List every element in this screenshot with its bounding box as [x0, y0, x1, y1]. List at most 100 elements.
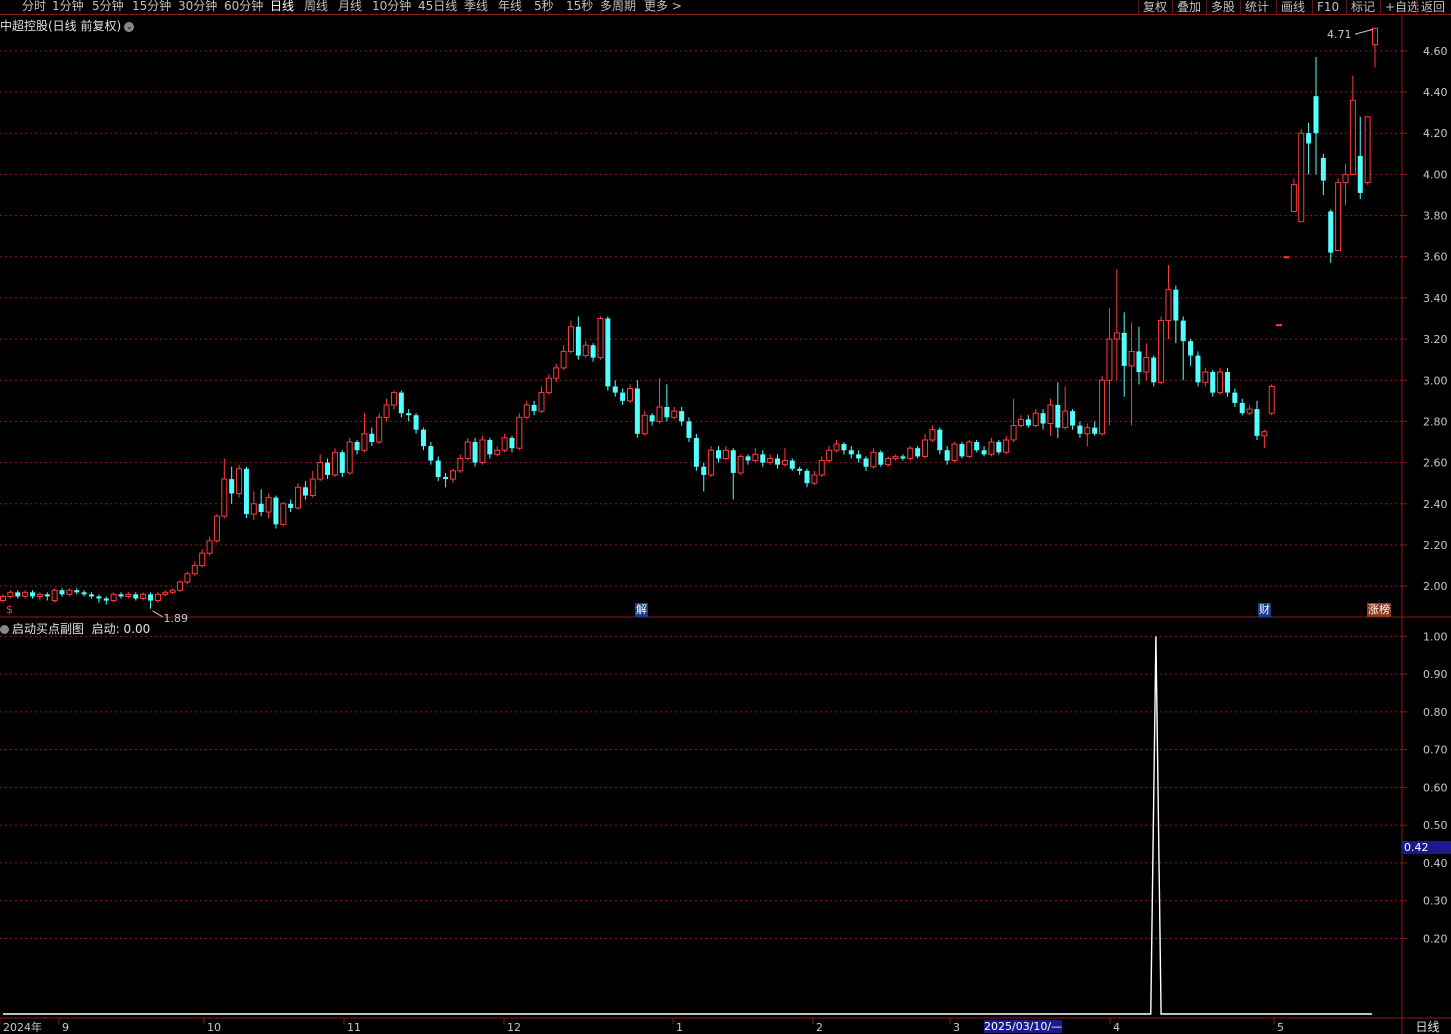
candle-body — [641, 414, 648, 435]
candle-body — [110, 593, 117, 602]
candle-body — [701, 466, 707, 475]
candle-body — [818, 460, 825, 476]
marker-jie[interactable]: 解 — [635, 603, 648, 617]
candle-body — [974, 442, 980, 451]
y-tick-label: 1.00 — [1423, 630, 1448, 643]
candle-body — [1349, 99, 1356, 175]
candle-body — [1195, 355, 1201, 383]
candle-body — [567, 326, 574, 352]
candle-body — [575, 326, 581, 356]
candle-body — [1158, 320, 1165, 383]
y-tick-label: 2.80 — [1423, 415, 1448, 428]
candle-body — [1306, 133, 1312, 144]
y-tick-label: 4.40 — [1423, 86, 1448, 99]
candle-body — [472, 442, 478, 463]
candle-body — [30, 592, 36, 597]
y-tick-label: 3.60 — [1423, 251, 1448, 264]
candle-body — [1254, 409, 1260, 436]
candle-body — [309, 478, 316, 497]
candle-body — [265, 497, 272, 513]
candle-body — [89, 594, 95, 597]
candle-body — [966, 441, 973, 457]
candle-body — [538, 392, 545, 412]
candle-body — [22, 591, 29, 597]
candle-body — [1188, 341, 1194, 356]
candle-body — [900, 456, 906, 459]
candle-body — [760, 454, 766, 463]
y-tick-label: 0.80 — [1423, 706, 1448, 719]
candle-body — [325, 462, 331, 475]
candle-body — [1224, 372, 1230, 393]
y-tick-label: 4.20 — [1423, 127, 1448, 140]
candle-body — [273, 497, 279, 525]
x-tick-label: 11 — [347, 1021, 361, 1034]
candle-body — [1210, 372, 1216, 393]
candle-body — [811, 474, 818, 484]
candle-body — [125, 593, 132, 597]
candle-body — [605, 318, 611, 387]
candle-body — [590, 345, 596, 358]
y-tick-label: 0.20 — [1423, 932, 1448, 945]
min-price-label: 1.89 — [164, 612, 189, 625]
candle-body — [221, 478, 228, 517]
candle-body — [169, 589, 176, 593]
y-tick-label: 2.60 — [1423, 457, 1448, 470]
marker-s[interactable]: $ — [5, 603, 14, 617]
chart-canvas[interactable]: 2.00 2.20 2.40 2.60 2.80 3.00 3.20 3.40 3.60 3.80… — [0, 0, 1451, 1034]
candle-body — [361, 433, 368, 451]
candle-body — [1328, 211, 1334, 253]
candle-body — [457, 457, 464, 472]
candle-body — [1283, 256, 1290, 259]
candle-body — [331, 451, 338, 476]
candle-body — [1173, 289, 1179, 321]
candle-body — [553, 367, 560, 379]
candle-body — [1136, 351, 1142, 373]
candle-body — [1062, 410, 1069, 429]
candle-body — [1092, 427, 1098, 434]
candle-body — [1113, 332, 1120, 340]
candle-body — [15, 592, 21, 597]
candle-body — [1121, 332, 1127, 366]
candle-body — [148, 594, 154, 601]
x-tick-label: 4 — [1113, 1021, 1120, 1034]
x-tick-label: 5 — [1277, 1021, 1284, 1034]
candle-body — [1357, 155, 1363, 193]
candle-body — [996, 442, 1002, 453]
candle-body — [716, 450, 722, 459]
candle-body — [1320, 157, 1326, 181]
candle-body — [922, 439, 929, 457]
y-tick-label: 4.60 — [1423, 45, 1448, 58]
candle-body — [302, 487, 308, 496]
candle-body — [346, 441, 353, 474]
candle-body — [959, 444, 965, 457]
candle-body — [951, 443, 958, 462]
candle-body — [369, 433, 375, 443]
period-label: 日线 — [1415, 1020, 1440, 1034]
candle-body — [74, 590, 80, 593]
marker-zhangbang[interactable]: 涨榜 — [1367, 603, 1391, 617]
candle-body — [664, 407, 670, 418]
candle-body — [1268, 385, 1275, 414]
marker-cai[interactable]: 财 — [1258, 603, 1271, 617]
candle-body — [679, 411, 685, 422]
candle-body — [929, 429, 936, 441]
candle-body — [1084, 427, 1091, 435]
candle-body — [1372, 27, 1378, 46]
candle-body — [885, 457, 892, 466]
candle-body — [649, 415, 655, 422]
candle-body — [1003, 439, 1010, 453]
candle-body — [789, 460, 795, 469]
candle-body — [1070, 411, 1076, 426]
candle-body — [177, 581, 184, 591]
candle-body — [383, 404, 390, 418]
candle-body — [1106, 338, 1113, 381]
candle-body — [1246, 408, 1253, 414]
candle-body — [390, 392, 397, 406]
candle-body — [420, 429, 426, 447]
candle-body — [1128, 350, 1135, 367]
candle-body — [1217, 371, 1224, 394]
candle-body — [140, 593, 147, 599]
candle-body — [103, 598, 109, 601]
candle-body — [693, 437, 699, 467]
x-tick-label: 12 — [507, 1021, 521, 1034]
